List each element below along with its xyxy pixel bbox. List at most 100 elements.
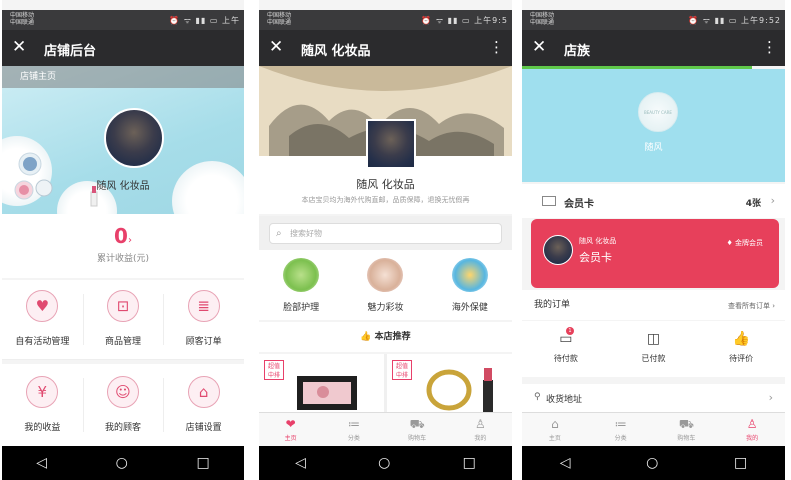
more-options-icon[interactable]: ⋮ bbox=[762, 37, 777, 57]
clock-text: 上午9:52 bbox=[741, 16, 781, 25]
tab-label: 我的 bbox=[474, 435, 487, 442]
search-placeholder: 搜索好物 bbox=[290, 229, 322, 238]
category-label: 魅力彩妆 bbox=[367, 303, 404, 313]
tab-category[interactable]: ≔ 分类 bbox=[588, 413, 654, 446]
status-icons: ⏰ ᯤ ▮▮ ▭ 上午9:52 bbox=[688, 15, 781, 26]
card-icon bbox=[542, 196, 556, 206]
tab-mine[interactable]: ♙ 我的 bbox=[719, 413, 785, 446]
card-count: 4张 bbox=[745, 199, 761, 209]
category-icon: ≔ bbox=[347, 417, 360, 431]
close-icon[interactable]: ✕ bbox=[12, 37, 26, 57]
tab-label: 我的 bbox=[746, 435, 759, 442]
diamond-icon: ♦ bbox=[726, 239, 733, 247]
member-avatar bbox=[543, 235, 573, 265]
store-name: 随风 化妆品 bbox=[96, 181, 150, 192]
store-avatar[interactable] bbox=[366, 119, 416, 169]
search-input[interactable]: ⌕ 搜索好物 bbox=[269, 223, 502, 244]
tab-category[interactable]: ≔ 分类 bbox=[322, 413, 385, 446]
menu-label: 店铺设置 bbox=[185, 423, 222, 433]
menu-activity-management[interactable]: ♥ 自有活动管理 bbox=[2, 280, 83, 359]
store-logo: BEAUTY CARE bbox=[638, 92, 678, 132]
carrier-line-2: 中国联通 bbox=[10, 19, 35, 26]
earnings-number: 0 bbox=[114, 224, 128, 248]
menu-store-settings[interactable]: ⌂ 店铺设置 bbox=[163, 364, 244, 446]
activity-icon: ♥ bbox=[26, 290, 59, 322]
tab-cart[interactable]: ⛟ 购物车 bbox=[386, 413, 449, 446]
clock-text: 上午 bbox=[222, 16, 240, 25]
order-status-row: ▭ 1 待付款 ◫ 已付款 👍 待评价 bbox=[522, 321, 785, 377]
my-orders-header[interactable]: 我的订单 查看所有订单 › bbox=[522, 290, 785, 320]
phone-screen-member-center: 中国移动 中国联通 ⏰ ᯤ ▮▮ ▭ 上午9:52 ✕ 店族 ⋮ BEAUTY … bbox=[522, 0, 785, 480]
order-clipboard-icon: ≣ bbox=[187, 290, 220, 322]
page-title: 店族 bbox=[564, 44, 591, 59]
category-label: 脸部护理 bbox=[283, 303, 320, 313]
home-icon[interactable]: ○ bbox=[378, 455, 390, 471]
badge-line: 中排 bbox=[267, 372, 280, 379]
menu-my-customers[interactable]: ☺ 我的顾客 bbox=[82, 364, 164, 446]
shipping-address-row[interactable]: ⚲ 收货地址 › bbox=[522, 384, 785, 414]
tab-cart[interactable]: ⛟ 购物车 bbox=[654, 413, 720, 446]
back-icon[interactable]: ◁ bbox=[36, 455, 47, 471]
back-icon[interactable]: ◁ bbox=[560, 455, 571, 471]
tab-mine[interactable]: ♙ 我的 bbox=[449, 413, 512, 446]
category-label: 海外保健 bbox=[451, 303, 488, 313]
earnings-panel[interactable]: 0› 累计收益(元) bbox=[2, 214, 244, 278]
makeup-palette-icon bbox=[367, 258, 404, 292]
store-home-link[interactable]: 店铺主页 bbox=[2, 66, 244, 88]
recommended-products: 超值 中排 超值 中排 bbox=[259, 354, 512, 414]
recents-icon[interactable]: □ bbox=[196, 455, 209, 471]
menu-my-earnings[interactable]: ¥ 我的收益 bbox=[2, 364, 83, 446]
page-title: 店铺后台 bbox=[44, 44, 97, 59]
order-to-review[interactable]: 👍 待评价 bbox=[697, 321, 785, 377]
menu-label: 我的收益 bbox=[24, 423, 61, 433]
count-badge: 1 bbox=[566, 327, 574, 335]
home-icon: ⌂ bbox=[551, 417, 559, 431]
category-face-care[interactable]: 脸部护理 bbox=[259, 250, 343, 320]
carrier-line-2: 中国联通 bbox=[530, 19, 555, 26]
category-makeup[interactable]: 魅力彩妆 bbox=[343, 250, 427, 320]
member-card-row[interactable]: 会员卡 4张 › bbox=[522, 184, 785, 218]
value-badge: 超值 中排 bbox=[264, 360, 284, 380]
eyeshadow-product-image bbox=[297, 376, 357, 410]
member-card[interactable]: 随风 化妆品 会员卡 ♦ 金牌会员 bbox=[531, 219, 779, 288]
close-icon[interactable]: ✕ bbox=[269, 37, 283, 57]
signal-battery-icon: ⏰ ᯤ ▮▮ ▭ bbox=[421, 16, 471, 25]
recents-icon[interactable]: □ bbox=[734, 455, 747, 471]
order-label: 已付款 bbox=[641, 354, 666, 363]
order-paid[interactable]: ◫ 已付款 bbox=[610, 321, 698, 377]
tab-label: 主页 bbox=[548, 435, 561, 442]
product-card[interactable]: 超值 中排 bbox=[387, 354, 512, 414]
menu-product-management[interactable]: ⊡ 商品管理 bbox=[82, 280, 164, 359]
view-all-text: 查看所有订单 bbox=[727, 302, 770, 310]
home-icon[interactable]: ○ bbox=[116, 455, 128, 471]
orders-label: 我的订单 bbox=[534, 300, 571, 310]
thumb-up-icon: 👍 bbox=[360, 332, 372, 342]
tab-home[interactable]: ❤ 主页 bbox=[259, 413, 322, 446]
carrier-info: 中国移动 中国联通 bbox=[10, 12, 34, 26]
lipstick-product-image bbox=[426, 368, 493, 414]
user-icon: ♙ bbox=[746, 417, 758, 431]
store-avatar[interactable] bbox=[104, 108, 164, 168]
member-store-name: 随风 化妆品 bbox=[579, 237, 617, 245]
view-all-orders-link[interactable]: 查看所有订单 › bbox=[728, 301, 775, 311]
home-icon[interactable]: ○ bbox=[646, 455, 658, 471]
badge-line: 超值 bbox=[395, 363, 408, 370]
order-pending-payment[interactable]: ▭ 1 待付款 bbox=[522, 321, 610, 377]
member-level: ♦ 金牌会员 bbox=[726, 238, 763, 248]
card-label: 会员卡 bbox=[564, 199, 594, 210]
close-icon[interactable]: ✕ bbox=[532, 37, 546, 57]
recents-icon[interactable]: □ bbox=[463, 455, 476, 471]
status-bar: 中国移动 中国联通 ⏰ ᯤ ▮▮ ▭ 上午9:52 bbox=[522, 10, 785, 30]
more-options-icon[interactable]: ⋮ bbox=[489, 37, 504, 57]
category-row: 脸部护理 魅力彩妆 海外保健 bbox=[259, 250, 512, 320]
store-description: 本店宝贝均为海外代购直邮，品质保障，退换无忧假再 bbox=[301, 196, 470, 204]
chevron-right-icon: › bbox=[772, 302, 775, 310]
back-icon[interactable]: ◁ bbox=[295, 455, 306, 471]
signal-battery-icon: ⏰ ᯤ ▮▮ ▭ bbox=[688, 16, 738, 25]
category-health[interactable]: 海外保健 bbox=[428, 250, 512, 320]
menu-customer-orders[interactable]: ≣ 顾客订单 bbox=[163, 280, 244, 359]
tab-home[interactable]: ⌂ 主页 bbox=[522, 413, 588, 446]
status-icons: ⏰ ᯤ ▮▮ ▭ 上午9:5 bbox=[421, 15, 508, 26]
product-card[interactable]: 超值 中排 bbox=[259, 354, 384, 414]
store-name: 随风 化妆品 bbox=[356, 178, 415, 191]
